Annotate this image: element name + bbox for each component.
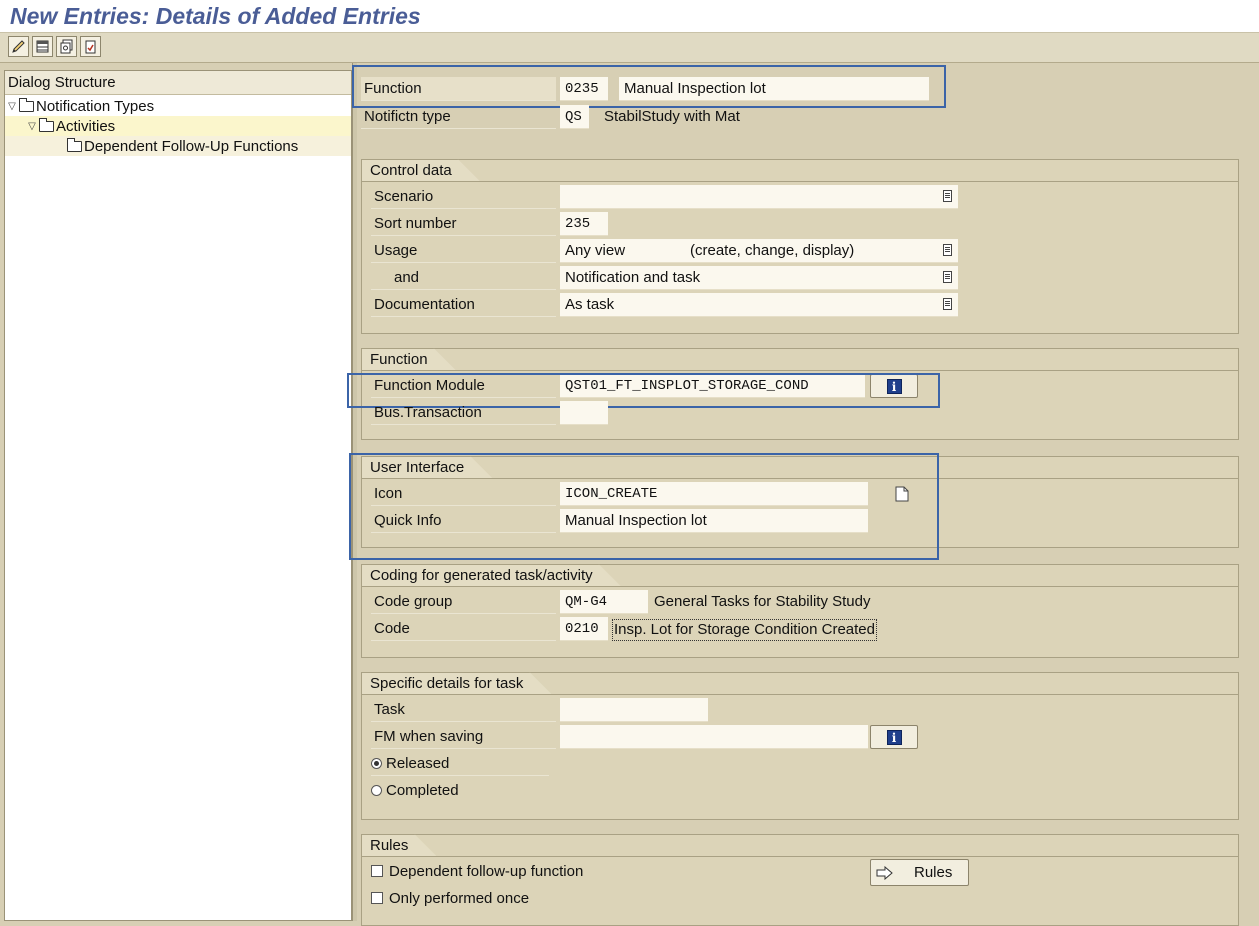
code-group-field[interactable]: QM-G4: [560, 590, 648, 614]
notification-type-code-field[interactable]: QS: [560, 105, 589, 129]
control-data-title: Control data: [361, 159, 480, 181]
tree-node-label: Dependent Follow-Up Functions: [84, 137, 299, 155]
copy-entry-icon[interactable]: [56, 36, 77, 57]
checkbox-icon[interactable]: [371, 892, 383, 904]
documentation-select[interactable]: As task: [560, 293, 958, 317]
released-label: Released: [386, 755, 450, 772]
arrow-right-icon: [876, 865, 893, 880]
completed-label: Completed: [386, 782, 459, 799]
dependent-follow-up-checkbox[interactable]: Dependent follow-up function: [371, 860, 583, 884]
bus-transaction-field[interactable]: [560, 401, 608, 425]
application-toolbar: [0, 33, 1259, 63]
rules-button-label: Rules: [914, 864, 953, 881]
sort-number-label: Sort number: [371, 212, 556, 236]
released-radio[interactable]: Released: [371, 752, 549, 776]
notification-type-text: StabilStudy with Mat: [604, 108, 740, 125]
highlight-box-user-interface: [349, 453, 939, 560]
code-group-text: General Tasks for Stability Study: [654, 593, 871, 610]
completed-radio[interactable]: Completed: [371, 779, 549, 803]
scenario-field[interactable]: [560, 185, 958, 209]
delimit-icon[interactable]: [80, 36, 101, 57]
dependent-follow-up-label: Dependent follow-up function: [389, 863, 584, 880]
task-field[interactable]: [560, 698, 708, 722]
value-help-icon[interactable]: [943, 244, 952, 256]
sort-number-field[interactable]: 235: [560, 212, 608, 236]
expand-triangle-icon[interactable]: ▽: [25, 121, 39, 132]
title-bar: New Entries: Details of Added Entries: [0, 0, 1259, 33]
folder-icon: [67, 137, 82, 152]
fm-when-saving-field[interactable]: [560, 725, 868, 749]
code-field[interactable]: 0210: [560, 617, 608, 641]
coding-group-title: Coding for generated task/activity: [361, 564, 621, 586]
task-label: Task: [371, 698, 556, 722]
function-group-title: Function: [361, 348, 456, 370]
folder-open-icon: [39, 117, 54, 132]
rules-button[interactable]: Rules: [870, 859, 969, 886]
usage-value: Any view: [565, 242, 626, 259]
and-label: and: [371, 266, 556, 290]
checkbox-icon[interactable]: [371, 865, 383, 877]
code-group-label: Code group: [371, 590, 556, 614]
radio-unselected-icon[interactable]: [371, 785, 382, 796]
tree-node-notification-types[interactable]: ▽ Notification Types: [5, 96, 351, 116]
value-help-icon[interactable]: [943, 298, 952, 310]
dialog-structure-header: Dialog Structure: [5, 71, 351, 95]
documentation-label: Documentation: [371, 293, 556, 317]
value-help-icon[interactable]: [943, 271, 952, 283]
only-performed-once-label: Only performed once: [389, 890, 530, 907]
expand-triangle-icon[interactable]: ▽: [5, 101, 19, 112]
fm-when-saving-info-button[interactable]: i: [870, 725, 918, 749]
usage-detail: (create, change, display): [690, 242, 855, 259]
info-icon: i: [886, 729, 902, 745]
tree-node-label: Activities: [56, 117, 116, 135]
window-title: New Entries: Details of Added Entries: [10, 3, 421, 29]
rules-group-title: Rules: [361, 834, 436, 856]
dialog-structure-pane: Dialog Structure ▽ Notification Types ▽ …: [4, 70, 352, 921]
table-view-icon[interactable]: [32, 36, 53, 57]
only-performed-once-checkbox[interactable]: Only performed once: [371, 887, 529, 911]
usage-select[interactable]: Any view (create, change, display): [560, 239, 958, 263]
task-details-title: Specific details for task: [361, 672, 551, 694]
edit-pencil-icon[interactable]: [8, 36, 29, 57]
radio-selected-icon[interactable]: [371, 758, 382, 769]
tree-node-activities[interactable]: ▽ Activities: [5, 116, 351, 136]
highlight-box-function: [352, 65, 946, 108]
notification-type-label: Notifictn type: [361, 105, 556, 129]
tree-node-dependent-follow-up[interactable]: Dependent Follow-Up Functions: [5, 136, 351, 156]
code-label: Code: [371, 617, 556, 641]
code-text: Insp. Lot for Storage Condition Created: [612, 619, 877, 641]
and-select[interactable]: Notification and task: [560, 266, 958, 290]
fm-when-saving-label: FM when saving: [371, 725, 556, 749]
folder-open-icon: [19, 97, 34, 112]
value-help-icon[interactable]: [943, 190, 952, 202]
usage-label: Usage: [371, 239, 556, 263]
tree-node-label: Notification Types: [36, 97, 155, 115]
scenario-label: Scenario: [371, 185, 556, 209]
bus-transaction-label: Bus.Transaction: [371, 401, 556, 425]
